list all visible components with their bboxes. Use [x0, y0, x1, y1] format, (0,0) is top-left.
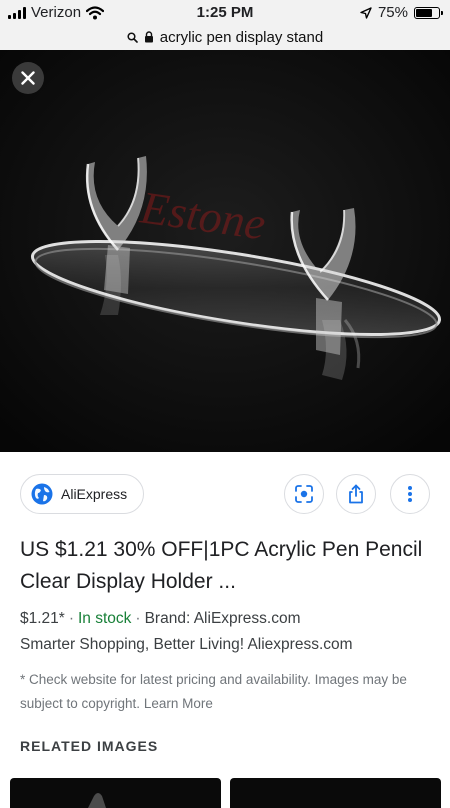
lens-button[interactable]: [284, 474, 324, 514]
location-arrow-icon: [360, 6, 372, 19]
source-chip[interactable]: AliExpress: [20, 474, 145, 514]
disclaimer: * Check website for latest pricing and a…: [20, 668, 430, 716]
search-icon: [127, 31, 138, 43]
related-image-thumb[interactable]: [10, 778, 221, 808]
result-title[interactable]: US $1.21 30% OFF|1PC Acrylic Pen Pencil …: [20, 534, 430, 598]
lens-icon: [295, 485, 313, 503]
price: $1.21*: [20, 610, 65, 627]
related-images-heading: RELATED IMAGES: [20, 738, 159, 754]
disclaimer-text: * Check website for latest pricing and a…: [20, 672, 407, 711]
close-button[interactable]: [12, 62, 44, 94]
lock-icon: [144, 31, 153, 43]
share-button[interactable]: [336, 474, 376, 514]
url-bar[interactable]: acrylic pen display stand: [0, 24, 450, 50]
close-icon: [21, 71, 35, 85]
more-options-button[interactable]: [390, 474, 430, 514]
url-query: acrylic pen display stand: [159, 28, 324, 46]
source-name: AliExpress: [61, 486, 128, 502]
share-icon: [349, 484, 363, 504]
battery-percent: 75%: [377, 4, 408, 21]
pen-stand-image: [88, 793, 106, 808]
learn-more-link[interactable]: Learn More: [144, 696, 213, 711]
related-image-thumb[interactable]: [230, 778, 441, 808]
stock-status: In stock: [78, 610, 132, 627]
status-right: 75%: [360, 4, 443, 21]
battery-icon: [414, 6, 443, 19]
globe-icon: [31, 483, 53, 505]
result-meta: $1.21* · In stock · Brand: AliExpress.com: [20, 610, 301, 627]
more-vert-icon: [408, 486, 412, 502]
brand: Brand: AliExpress.com: [144, 610, 301, 627]
result-panel: AliExpress US $1.21 30% OFF|1PC Acrylic …: [0, 452, 450, 808]
status-bar: Verizon 1:25 PM 75%: [0, 0, 450, 24]
product-image: Estone: [0, 50, 450, 452]
image-viewer[interactable]: Estone: [0, 50, 450, 452]
result-description: Smarter Shopping, Better Living! Aliexpr…: [20, 636, 353, 653]
